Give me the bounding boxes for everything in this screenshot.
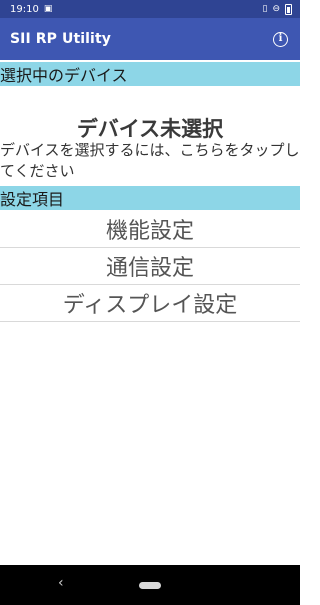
battery-icon [285, 3, 292, 15]
device-name[interactable]: デバイス未選択 [0, 113, 300, 143]
vibrate-icon: ▯ [262, 3, 268, 14]
device-hint[interactable]: デバイスを選択するには、こちらをタップしてください [0, 140, 300, 182]
status-left: 19:10 ▣ [10, 4, 52, 15]
menu-item-display-settings[interactable]: ディスプレイ設定 [0, 285, 300, 322]
app-title: SII RP Utility [10, 31, 111, 47]
settings-header: 設定項目 [0, 186, 300, 210]
menu-item-communication-settings[interactable]: 通信設定 [0, 248, 300, 285]
back-icon[interactable]: ‹ [58, 575, 64, 591]
do-not-disturb-icon: ⊖ [272, 3, 280, 14]
status-bar: 19:10 ▣ ▯ ⊖ [0, 0, 300, 18]
home-pill-icon[interactable] [139, 581, 161, 589]
status-right: ▯ ⊖ [262, 3, 292, 15]
selected-device-header: 選択中のデバイス [0, 62, 300, 86]
status-time: 19:10 [10, 3, 39, 15]
info-icon[interactable]: i [273, 31, 288, 47]
image-icon: ▣ [43, 3, 53, 14]
menu-item-function-settings[interactable]: 機能設定 [0, 211, 300, 248]
nav-bar: ‹ [0, 565, 300, 605]
app-bar: SII RP Utility i [0, 18, 300, 60]
